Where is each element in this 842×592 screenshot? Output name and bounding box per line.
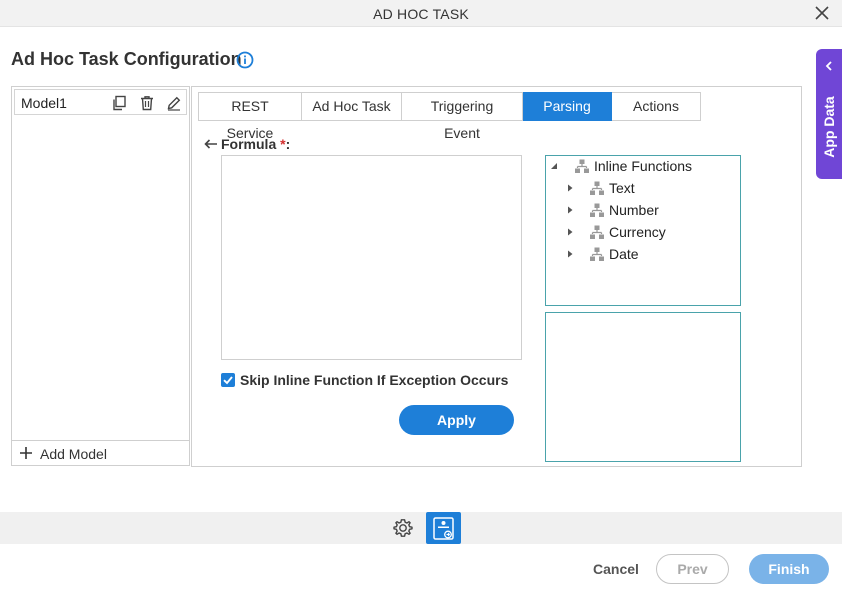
hierarchy-icon bbox=[590, 203, 604, 217]
formula-label: Formula *: bbox=[204, 136, 290, 152]
tab-parsing[interactable]: Parsing bbox=[523, 92, 612, 121]
close-icon[interactable] bbox=[814, 5, 830, 21]
title-bar: AD HOC TASK bbox=[0, 0, 842, 27]
info-icon[interactable] bbox=[236, 51, 254, 69]
tab-rest-service[interactable]: REST Service bbox=[198, 92, 302, 141]
model-name: Model1 bbox=[21, 95, 67, 111]
tab-triggering-event[interactable]: Triggering Event bbox=[402, 92, 523, 141]
edit-icon[interactable] bbox=[166, 95, 182, 111]
model-item[interactable]: Model1 bbox=[14, 89, 187, 115]
arrow-left-icon[interactable] bbox=[204, 139, 218, 149]
app-data-tab[interactable]: App Data bbox=[816, 49, 842, 179]
app-icon-button[interactable] bbox=[426, 512, 461, 544]
bottom-toolbar bbox=[0, 512, 842, 544]
chevron-left-icon bbox=[825, 61, 832, 71]
caret-right-icon[interactable] bbox=[566, 250, 574, 258]
main-panel: REST Service Ad Hoc Task Triggering Even… bbox=[191, 86, 802, 467]
delete-icon[interactable] bbox=[139, 95, 155, 111]
window-title: AD HOC TASK bbox=[373, 6, 469, 22]
tab-bar: REST Service Ad Hoc Task Triggering Even… bbox=[198, 92, 701, 141]
finish-button[interactable]: Finish bbox=[749, 554, 829, 584]
add-model-label: Add Model bbox=[40, 446, 107, 462]
plus-icon bbox=[20, 447, 32, 459]
cancel-button[interactable]: Cancel bbox=[593, 561, 639, 577]
skip-checkbox[interactable] bbox=[221, 373, 235, 387]
tree-item-label: Currency bbox=[609, 224, 666, 240]
checkmark-icon bbox=[223, 376, 233, 385]
formula-label-text: Formula bbox=[221, 136, 277, 152]
caret-right-icon[interactable] bbox=[566, 206, 574, 214]
hierarchy-icon bbox=[590, 181, 604, 195]
hierarchy-icon bbox=[575, 159, 589, 173]
caret-right-icon[interactable] bbox=[566, 184, 574, 192]
add-model-button[interactable]: Add Model bbox=[12, 440, 189, 465]
hierarchy-icon bbox=[590, 247, 604, 261]
page-title: Ad Hoc Task Configuration bbox=[11, 49, 242, 69]
models-panel: Model1 Add Model bbox=[11, 86, 190, 466]
prev-button[interactable]: Prev bbox=[656, 554, 729, 584]
inline-functions-tree: Inline Functions Text Number Currency Da… bbox=[545, 155, 741, 306]
tree-item-label: Date bbox=[609, 246, 639, 262]
tab-ad-hoc-task[interactable]: Ad Hoc Task bbox=[302, 92, 402, 121]
hierarchy-icon bbox=[590, 225, 604, 239]
tree-root-label: Inline Functions bbox=[594, 158, 693, 174]
copy-icon[interactable] bbox=[111, 95, 127, 111]
tree-item-label: Number bbox=[609, 202, 659, 218]
caret-expanded-icon[interactable] bbox=[550, 162, 558, 170]
tree-item-label: Text bbox=[609, 180, 635, 196]
tab-actions[interactable]: Actions bbox=[612, 92, 701, 121]
caret-right-icon[interactable] bbox=[566, 228, 574, 236]
app-data-label: App Data bbox=[821, 96, 837, 158]
gear-icon[interactable] bbox=[393, 518, 413, 538]
apply-button[interactable]: Apply bbox=[399, 405, 514, 435]
app-icon bbox=[433, 517, 454, 540]
function-description-box bbox=[545, 312, 741, 462]
formula-input[interactable] bbox=[221, 155, 522, 360]
formula-label-suffix: : bbox=[285, 136, 291, 152]
skip-label: Skip Inline Function If Exception Occurs bbox=[240, 372, 509, 388]
